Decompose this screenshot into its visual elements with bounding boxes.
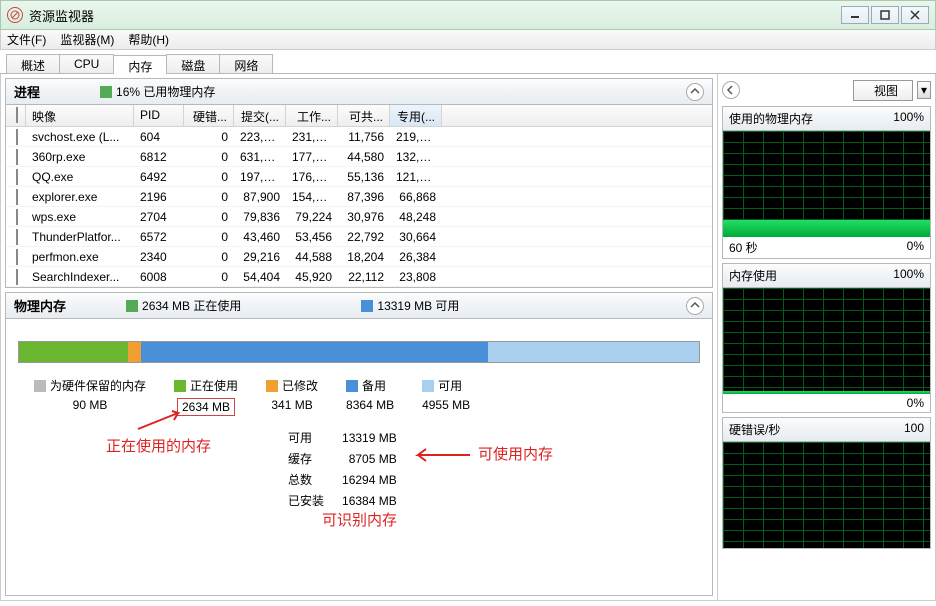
col-commit[interactable]: 提交(...: [234, 105, 286, 126]
table-row[interactable]: QQ.exe64920197,8...176,9...55,136121,7..…: [6, 167, 712, 187]
val-modified: 341 MB: [266, 398, 318, 412]
table-row[interactable]: explorer.exe2196087,900154,2...87,39666,…: [6, 187, 712, 207]
collapse-button[interactable]: [686, 83, 704, 101]
collapse-right-button[interactable]: [722, 81, 740, 99]
process-columns: 映像 PID 硬错... 提交(... 工作... 可共... 专用(...: [6, 105, 712, 127]
window-title: 资源监视器: [29, 6, 94, 25]
physmem-stat2: 13319 MB 可用: [377, 297, 459, 314]
row-checkbox[interactable]: [16, 269, 18, 285]
tab-bar: 概述 CPU 内存 磁盘 网络: [0, 50, 936, 74]
menu-file[interactable]: 文件(F): [7, 31, 46, 48]
lgd-standby: 备用: [362, 377, 386, 394]
usage-color-icon: [100, 86, 112, 98]
col-work[interactable]: 工作...: [286, 105, 338, 126]
col-hard[interactable]: 硬错...: [184, 105, 234, 126]
col-private[interactable]: 专用(...: [390, 105, 442, 126]
row-checkbox[interactable]: [16, 149, 18, 165]
menu-monitor[interactable]: 监视器(M): [60, 31, 114, 48]
lgd-modified: 已修改: [282, 377, 318, 394]
graph-physmem: 使用的物理内存100% 60 秒0%: [722, 106, 931, 259]
avail-color-icon: [361, 300, 373, 312]
app-icon: [7, 7, 23, 23]
physmem-title: 物理内存: [14, 296, 66, 315]
physical-memory-panel: 物理内存 2634 MB 正在使用 13319 MB 可用 为硬件保留的内存 90…: [5, 292, 713, 596]
menu-help[interactable]: 帮助(H): [128, 31, 169, 48]
row-checkbox[interactable]: [16, 249, 18, 265]
annotation-inuse: 正在使用的内存: [106, 435, 211, 456]
lgd-inuse: 正在使用: [190, 377, 238, 394]
tab-cpu[interactable]: CPU: [59, 54, 114, 73]
close-button[interactable]: [901, 6, 929, 24]
lgd-reserved: 为硬件保留的内存: [50, 377, 146, 394]
memory-bar: [18, 341, 700, 363]
select-all-checkbox[interactable]: [16, 107, 18, 123]
inuse-color-icon: [126, 300, 138, 312]
tab-disk[interactable]: 磁盘: [166, 54, 220, 73]
processes-panel: 进程 16% 已用物理内存 映像 PID 硬错... 提交(... 工作... …: [5, 78, 713, 288]
col-share[interactable]: 可共...: [338, 105, 390, 126]
tab-memory[interactable]: 内存: [113, 55, 167, 74]
row-checkbox[interactable]: [16, 209, 18, 225]
view-button[interactable]: 视图: [853, 80, 913, 101]
val-reserved: 90 MB: [34, 398, 146, 412]
row-checkbox[interactable]: [16, 229, 18, 245]
processes-title: 进程: [14, 82, 40, 101]
graph-hardfaults: 硬错误/秒100: [722, 417, 931, 549]
row-checkbox[interactable]: [16, 189, 18, 205]
minimize-button[interactable]: [841, 6, 869, 24]
seg-free: [488, 342, 699, 362]
arrow-icon: [136, 409, 186, 433]
arrow-icon: [412, 447, 472, 463]
col-pid[interactable]: PID: [134, 105, 184, 126]
menu-bar: 文件(F) 监视器(M) 帮助(H): [0, 30, 936, 50]
table-row[interactable]: perfmon.exe2340029,21644,58818,20426,384: [6, 247, 712, 267]
annotation-recognized: 可识别内存: [322, 509, 397, 530]
physmem-stat1: 2634 MB 正在使用: [142, 297, 241, 314]
graph-memusage: 内存使用100% 0%: [722, 263, 931, 413]
table-row[interactable]: ThunderPlatfor...6572043,46053,45622,792…: [6, 227, 712, 247]
processes-stat: 16% 已用物理内存: [116, 83, 215, 100]
seg-modified: [128, 342, 142, 362]
lgd-free: 可用: [438, 377, 462, 394]
seg-standby: [141, 342, 488, 362]
row-checkbox[interactable]: [16, 129, 18, 145]
table-row[interactable]: wps.exe2704079,83679,22430,97648,248: [6, 207, 712, 227]
col-image[interactable]: 映像: [26, 105, 134, 126]
collapse-button[interactable]: [686, 297, 704, 315]
title-bar: 资源监视器: [0, 0, 936, 30]
view-dropdown[interactable]: ▾: [917, 81, 931, 99]
val-standby: 8364 MB: [346, 398, 394, 412]
val-free: 4955 MB: [422, 398, 470, 412]
table-row[interactable]: svchost.exe (L...6040223,2...231,0...11,…: [6, 127, 712, 147]
memory-info: 可用13319 MB 缓存8705 MB 总数16294 MB 已安装16384…: [278, 426, 407, 512]
row-checkbox[interactable]: [16, 169, 18, 185]
seg-inuse: [19, 342, 128, 362]
table-row[interactable]: SearchIndexer...6008054,40445,92022,1122…: [6, 267, 712, 287]
table-row[interactable]: 360rp.exe68120631,2...177,4...44,580132,…: [6, 147, 712, 167]
tab-overview[interactable]: 概述: [6, 54, 60, 73]
maximize-button[interactable]: [871, 6, 899, 24]
tab-network[interactable]: 网络: [219, 54, 273, 73]
annotation-usable: 可使用内存: [478, 443, 553, 464]
